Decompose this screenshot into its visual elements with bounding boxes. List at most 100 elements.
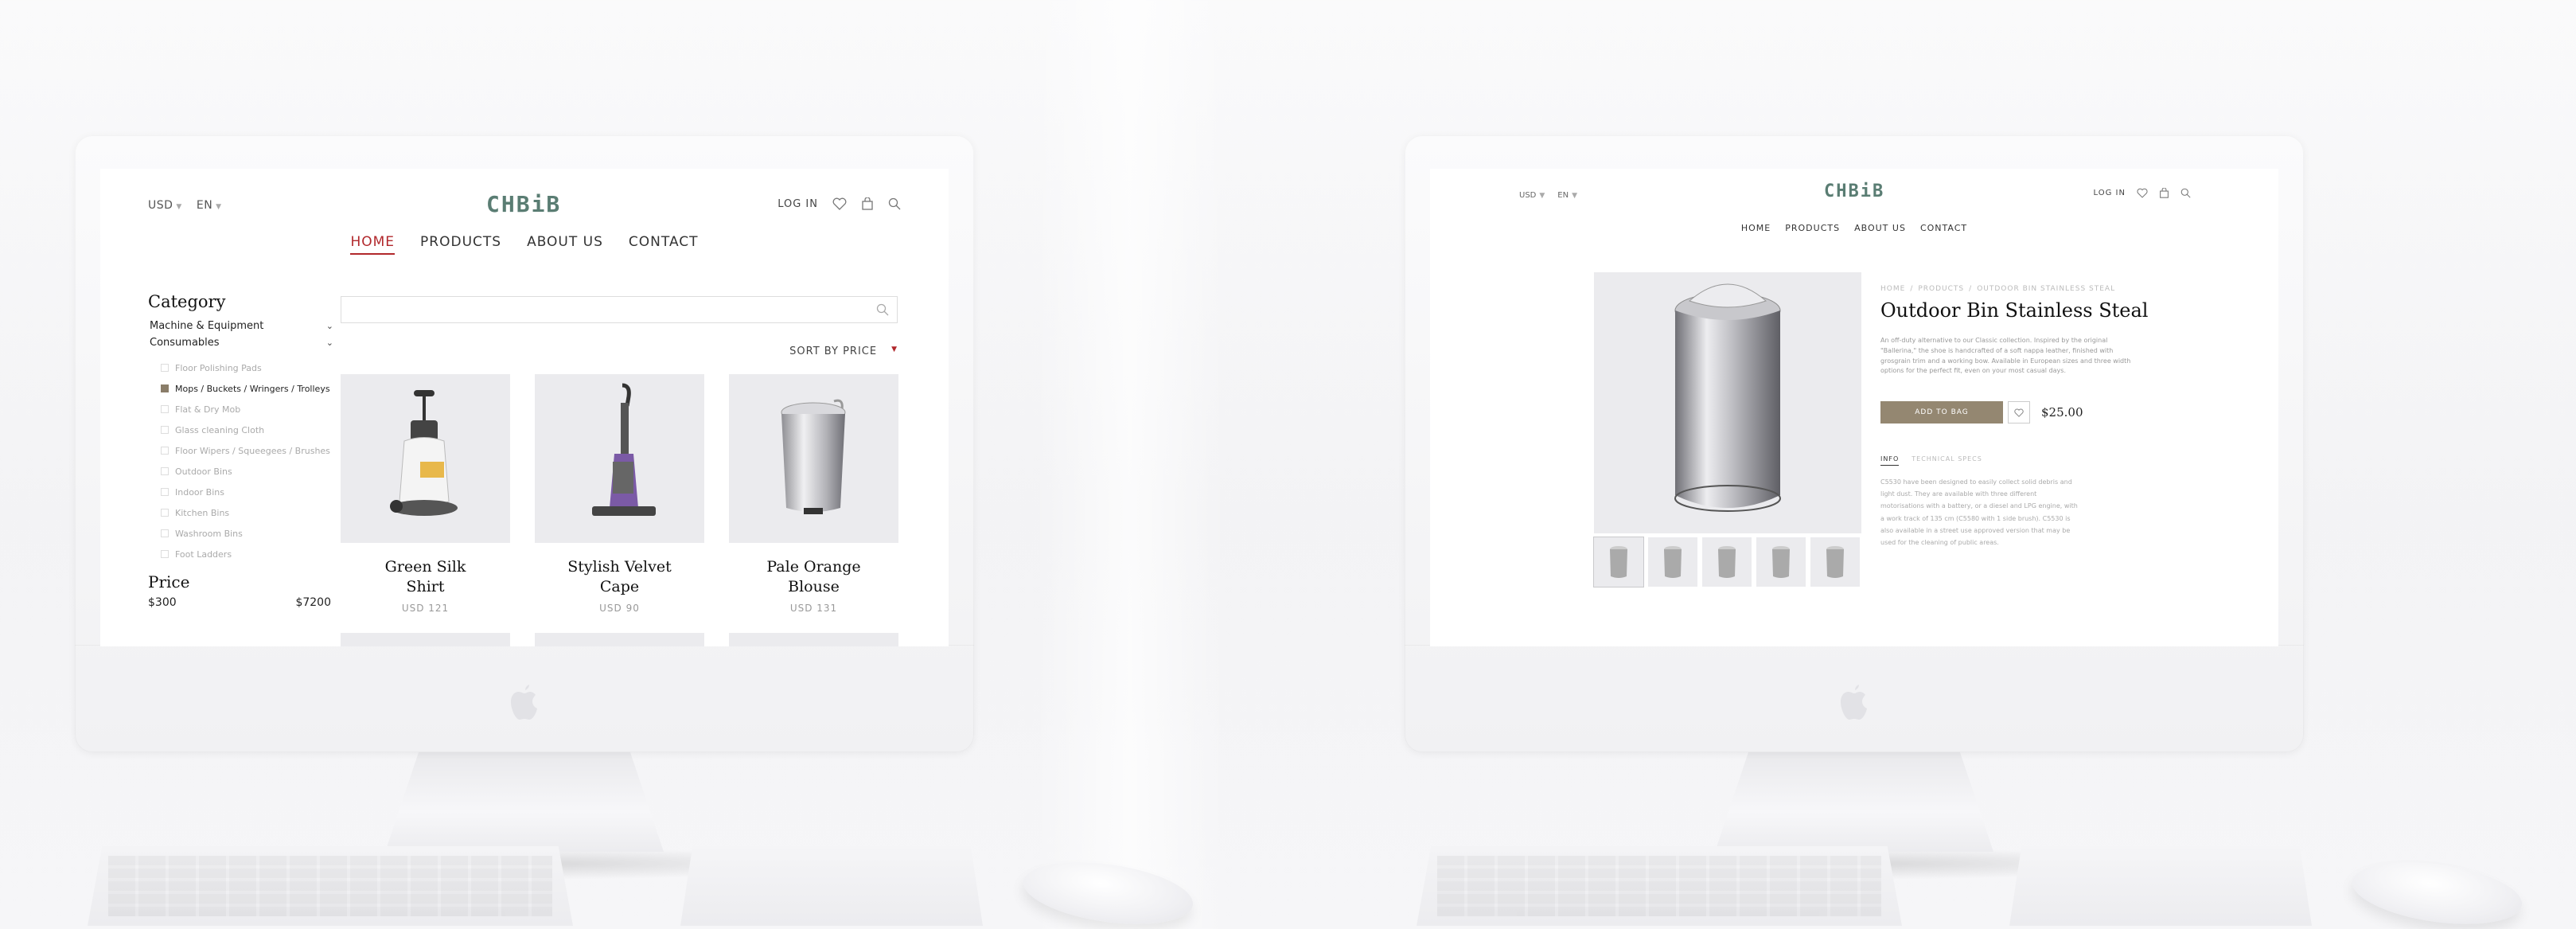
search-icon[interactable]: [2180, 188, 2191, 198]
tab-info[interactable]: INFO: [1880, 455, 1900, 466]
thumbnail[interactable]: [1593, 537, 1644, 587]
checkbox[interactable]: [161, 550, 169, 558]
nav-about-us[interactable]: ABOUT US: [1854, 223, 1906, 233]
currency-select[interactable]: USD ▼: [148, 199, 182, 212]
product-name[interactable]: Green Silk Shirt: [341, 557, 510, 596]
keyboard: [1417, 846, 1902, 926]
subcategory-outdoor-bins[interactable]: Outdoor Bins: [148, 461, 335, 482]
subcategory-foot-ladders[interactable]: Foot Ladders: [148, 544, 335, 564]
login-link[interactable]: LOG IN: [2094, 189, 2126, 197]
category-consumables[interactable]: Consumables ⌄: [148, 334, 335, 351]
subcategory-label: Floor Polishing Pads: [175, 362, 262, 373]
product-price: USD 131: [789, 603, 838, 615]
checkbox[interactable]: [161, 509, 169, 517]
nav-home[interactable]: HOME: [350, 234, 396, 255]
nav-products[interactable]: PRODUCTS: [420, 234, 501, 255]
checkbox[interactable]: [161, 426, 169, 434]
floor-scrubber-image[interactable]: [341, 374, 510, 543]
subcategory-kitchen-bins[interactable]: Kitchen Bins: [148, 502, 335, 523]
heart-icon[interactable]: [832, 197, 847, 210]
thumbnail[interactable]: [1702, 537, 1752, 587]
product-name[interactable]: Pale Orange Blouse: [729, 557, 898, 596]
product-card-placeholder: [341, 633, 510, 646]
nav-about-us[interactable]: ABOUT US: [527, 234, 603, 255]
pedal-bin-image[interactable]: [729, 374, 898, 543]
keyboard-keys: [108, 856, 552, 916]
next-row-cards: [341, 633, 898, 646]
upright-vacuum-image[interactable]: [535, 374, 704, 543]
store-logo[interactable]: CHBiB: [1824, 182, 1884, 201]
product-info-text: C5530 have been designed to easily colle…: [1880, 478, 2078, 546]
thumbnail-bin-image: [1610, 546, 1627, 578]
chevron-down-icon: ▼: [216, 203, 222, 211]
price-heading: Price: [148, 572, 190, 591]
thumbnail-bin-image: [1664, 546, 1682, 578]
subcategory-flat-dry-mob[interactable]: Flat & Dry Mob: [148, 399, 335, 420]
thumbnail-bin-image: [1718, 546, 1736, 578]
product-price: $25.00: [2041, 405, 2083, 420]
nav-home[interactable]: HOME: [1741, 223, 1771, 233]
search-icon[interactable]: [876, 303, 889, 316]
currency-select[interactable]: USD ▼: [1519, 191, 1545, 200]
store-logo[interactable]: CHBiB: [486, 191, 561, 217]
price-range[interactable]: $300 $7200: [148, 596, 331, 609]
subcategory-washroom-bins[interactable]: Washroom Bins: [148, 523, 335, 544]
subcategory-indoor-bins[interactable]: Indoor Bins: [148, 482, 335, 502]
checkbox[interactable]: [161, 447, 169, 455]
subcategory-floor-wipers[interactable]: Floor Wipers / Squeegees / Brushes: [148, 440, 335, 461]
nav-products[interactable]: PRODUCTS: [1785, 223, 1840, 233]
subcategory-glass-cloth[interactable]: Glass cleaning Cloth: [148, 420, 335, 440]
language-select[interactable]: EN ▼: [1557, 191, 1577, 200]
subcategory-mops-buckets[interactable]: Mops / Buckets / Wringers / Trolleys: [148, 378, 335, 399]
language-value: EN: [1557, 191, 1569, 200]
checkbox[interactable]: [161, 364, 169, 372]
thumbnail[interactable]: [1810, 537, 1860, 587]
nav-contact[interactable]: CONTACT: [1920, 223, 1967, 233]
product-grid: Green Silk Shirt USD 121 Stylish Velvet …: [341, 374, 898, 614]
product-card[interactable]: Stylish Velvet Cape USD 90: [535, 374, 704, 614]
checkbox[interactable]: [161, 405, 169, 413]
product-card[interactable]: Pale Orange Blouse USD 131: [729, 374, 898, 614]
subcategory-label: Flat & Dry Mob: [175, 404, 241, 415]
wishlist-button[interactable]: [2008, 401, 2030, 424]
trackpad: [2009, 846, 2312, 926]
subcategory-label: Mops / Buckets / Wringers / Trolleys: [175, 383, 330, 394]
thumbnail[interactable]: [1756, 537, 1806, 587]
product-description: An off-duty alternative to our Classic c…: [1880, 337, 2131, 375]
bag-icon[interactable]: [2159, 188, 2169, 198]
breadcrumb-products[interactable]: PRODUCTS: [1918, 285, 1964, 293]
product-card[interactable]: Green Silk Shirt USD 121: [341, 374, 510, 614]
heart-icon[interactable]: [2137, 188, 2148, 198]
thumbnail[interactable]: [1648, 537, 1697, 587]
add-to-bag-button[interactable]: ADD TO BAG: [1880, 401, 2003, 424]
mouse: [2348, 853, 2526, 929]
search-input[interactable]: [341, 296, 898, 323]
sort-dropdown[interactable]: SORT BY PRICE ▼: [789, 345, 898, 357]
thumbnail-bin-image: [1772, 546, 1790, 578]
subcategory-label: Kitchen Bins: [175, 507, 230, 518]
breadcrumb-home[interactable]: HOME: [1880, 285, 1905, 293]
chevron-down-icon: ▼: [1539, 192, 1545, 200]
trackpad: [680, 846, 983, 926]
nav-contact[interactable]: CONTACT: [629, 234, 699, 255]
login-link[interactable]: LOG IN: [777, 198, 818, 210]
subcategory-floor-polishing-pads[interactable]: Floor Polishing Pads: [148, 357, 335, 378]
search-icon[interactable]: [888, 197, 901, 210]
product-name[interactable]: Stylish Velvet Cape: [535, 557, 704, 596]
product-main-image[interactable]: [1594, 272, 1861, 533]
checkbox-checked[interactable]: [161, 384, 169, 392]
checkbox[interactable]: [161, 488, 169, 496]
category-machine-equipment[interactable]: Machine & Equipment ⌄: [148, 318, 335, 334]
language-select[interactable]: EN ▼: [197, 199, 222, 212]
tab-technical-specs[interactable]: TECHNICAL SPECS: [1912, 455, 1982, 466]
main-nav: HOME PRODUCTS ABOUT US CONTACT: [1430, 223, 2278, 233]
backdrop-divider: [1035, 0, 1226, 929]
checkbox[interactable]: [161, 529, 169, 537]
chevron-down-icon: ⌄: [325, 321, 333, 331]
checkbox[interactable]: [161, 467, 169, 475]
subcategory-label: Glass cleaning Cloth: [175, 424, 265, 435]
product-card-placeholder: [729, 633, 898, 646]
main-nav: HOME PRODUCTS ABOUT US CONTACT: [100, 234, 949, 255]
bag-icon[interactable]: [861, 197, 874, 210]
product-price: USD 121: [401, 603, 450, 615]
